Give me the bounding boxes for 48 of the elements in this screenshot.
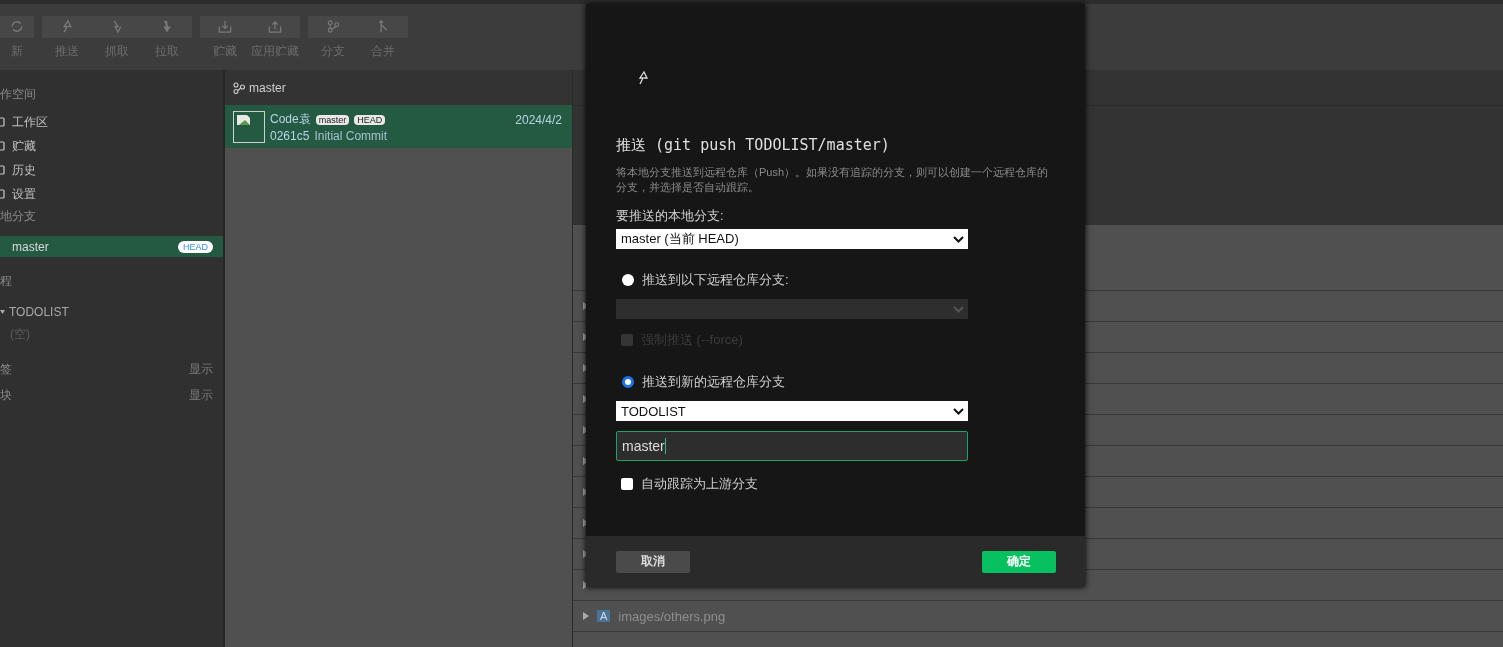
branch-item[interactable]: master HEAD xyxy=(0,236,223,257)
commit-row[interactable]: Code袁 master HEAD 2024/4/2 0261c5 Initial Commit xyxy=(225,105,572,148)
branch-select[interactable]: master (当前 HEAD) xyxy=(616,229,968,249)
show-link[interactable]: 显示 xyxy=(189,386,213,404)
field-label: 要推送的本地分支: xyxy=(616,207,725,225)
show-link[interactable]: 显示 xyxy=(189,360,213,378)
status-badge: A xyxy=(597,610,611,622)
radio-option[interactable]: 推送到以下远程仓库分支: xyxy=(616,271,1055,289)
chevron-down-icon xyxy=(953,305,964,313)
tray-out-icon xyxy=(267,19,283,34)
nav-icon xyxy=(0,188,6,200)
sidebar-item[interactable]: 工作区 xyxy=(0,110,223,134)
sidebar-item[interactable]: 历史 xyxy=(0,158,223,182)
branch-name-field[interactable]: master xyxy=(616,431,968,461)
branch-icon xyxy=(233,81,245,94)
section-title: 程 xyxy=(0,272,12,290)
nav-icon xyxy=(0,140,6,152)
commit-hash: 0261c5 xyxy=(270,129,310,143)
sidebar-item[interactable]: 贮藏 xyxy=(0,134,223,158)
chevron-down-icon xyxy=(953,407,964,415)
file-path: images/others.png xyxy=(618,608,726,624)
cancel-button[interactable]: 取消 xyxy=(616,550,690,573)
dialog-title: 推送 (git push TODOLIST/master) xyxy=(616,136,891,155)
nav-icon xyxy=(0,164,6,176)
section-title: 地分支 xyxy=(0,207,36,225)
section-title: 作空间 xyxy=(0,85,36,103)
nav-icon xyxy=(0,116,6,128)
ref-tag: master xyxy=(315,114,350,125)
chevron-down-icon xyxy=(953,235,964,243)
refresh-icon xyxy=(9,19,25,34)
expand-arrow-icon[interactable] xyxy=(583,612,589,620)
branch-icon xyxy=(325,19,341,34)
commit-date: 2024/4/2 xyxy=(515,112,562,127)
commit-author: Code袁 xyxy=(270,111,311,128)
broken-image-icon xyxy=(233,111,265,143)
branch-header: master xyxy=(225,70,572,105)
file-row[interactable]: A images/others.png xyxy=(573,601,1503,632)
tray-in-icon xyxy=(217,19,233,34)
remote-item[interactable]: TODOLIST xyxy=(0,301,223,323)
radio-option[interactable]: 推送到新的远程仓库分支 xyxy=(616,373,1055,391)
remote-select[interactable]: TODOLIST xyxy=(616,401,968,421)
commit-message: Initial Commit xyxy=(314,129,388,143)
sidebar-item[interactable]: 设置 xyxy=(0,182,223,206)
ref-tag: HEAD xyxy=(354,114,386,125)
track-checkbox[interactable]: 自动跟踪为上游分支 xyxy=(616,475,1055,493)
section-title: 块 xyxy=(0,386,12,404)
dialog-description: 将本地分支推送到远程仓库（Push）。如果没有追踪的分支，则可以创建一个远程仓库的分支，并选择是否自动跟踪。 xyxy=(616,165,1050,195)
section-title: 签 xyxy=(0,360,12,378)
